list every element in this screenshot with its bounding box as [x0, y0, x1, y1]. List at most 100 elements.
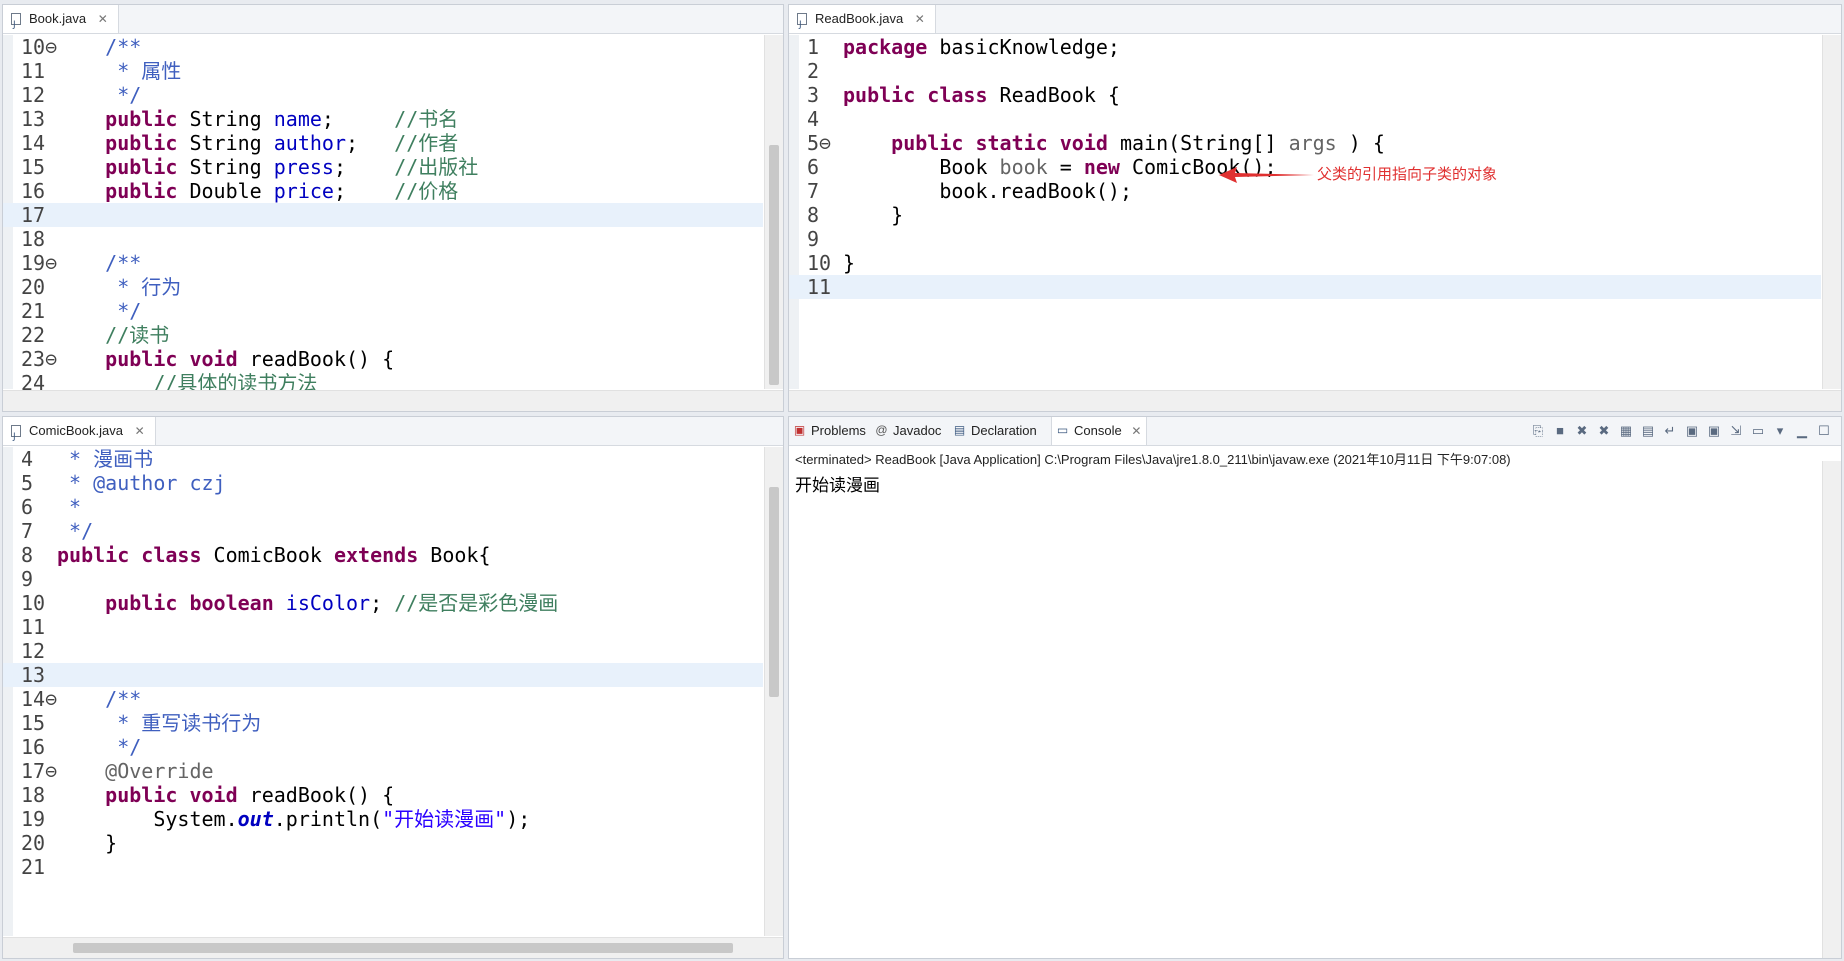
scrollbar-thumb[interactable]: [769, 145, 779, 385]
code-line[interactable]: 20 * 行为: [3, 275, 763, 299]
code-line[interactable]: 2: [789, 59, 1821, 83]
vertical-scrollbar[interactable]: [764, 35, 783, 389]
code-line[interactable]: 15 public String press; //出版社: [3, 155, 763, 179]
code-area[interactable]: 10⊖ /** 11 * 属性 12 */13 public String name…: [3, 35, 783, 411]
code-line[interactable]: 3 public class ReadBook {: [789, 83, 1821, 107]
terminate-icon[interactable]: ■: [1551, 422, 1569, 440]
code-token: /**: [57, 35, 142, 59]
code-line[interactable]: 13 public String name; //书名: [3, 107, 763, 131]
console-toolbar: ⎘ ■ ✖ ✖ ▦ ▤ ↵ ▣ ▣ ⇲ ▭ ▾ ▁ ☐: [1529, 422, 1833, 440]
line-text: public class ComicBook extends Book{: [57, 543, 491, 567]
code-token: book.readBook();: [843, 179, 1132, 203]
code-line[interactable]: 14⊖ /**: [3, 687, 763, 711]
line-number: 10: [807, 251, 832, 275]
code-line[interactable]: 4 * 漫画书: [3, 447, 763, 471]
code-line[interactable]: 9: [789, 227, 1821, 251]
scrollbar-thumb[interactable]: [769, 487, 779, 697]
code-line[interactable]: 11: [789, 275, 1821, 299]
code-line[interactable]: 16 public Double price; //价格: [3, 179, 763, 203]
code-token: }: [57, 831, 118, 855]
code-line[interactable]: 9: [3, 567, 763, 591]
code-token: ;: [370, 591, 395, 615]
code-line[interactable]: 11: [3, 615, 763, 639]
close-icon[interactable]: ✕: [98, 12, 108, 26]
show-stdout-icon[interactable]: ▣: [1683, 422, 1701, 440]
code-line[interactable]: 17: [3, 203, 763, 227]
scroll-lock-icon[interactable]: ▤: [1639, 422, 1657, 440]
word-wrap-icon[interactable]: ↵: [1661, 422, 1679, 440]
tab-javadoc[interactable]: @ Javadoc: [871, 417, 947, 445]
code-token: /**: [57, 687, 142, 711]
code-line[interactable]: 7 */: [3, 519, 763, 543]
horizontal-scrollbar[interactable]: [789, 390, 1841, 411]
open-console-icon[interactable]: ▾: [1771, 422, 1789, 440]
code-area[interactable]: 1 package basicKnowledge; 2 3 public class R…: [789, 35, 1821, 389]
line-text: }: [843, 251, 855, 275]
code-line[interactable]: 17⊖ @Override: [3, 759, 763, 783]
code-line[interactable]: 1 package basicKnowledge;: [789, 35, 1821, 59]
pin-console-icon[interactable]: ⇲: [1727, 422, 1745, 440]
code-line[interactable]: 10 public boolean isColor; //是否是彩色漫画: [3, 591, 763, 615]
show-stderr-icon[interactable]: ▣: [1705, 422, 1723, 440]
code-line[interactable]: 21: [3, 855, 763, 879]
code-line[interactable]: 10⊖ /**: [3, 35, 763, 59]
code-line[interactable]: 15 * 重写读书行为: [3, 711, 763, 735]
close-icon[interactable]: ✕: [915, 12, 925, 26]
pin-icon[interactable]: ⎘: [1529, 422, 1547, 440]
code-area[interactable]: 4 * 漫画书 5 * @author czj 6 * 7 */8 public cla…: [3, 447, 763, 936]
code-token: Book{: [418, 543, 491, 567]
code-line[interactable]: 20 }: [3, 831, 763, 855]
horizontal-scrollbar[interactable]: [3, 390, 783, 411]
code-line[interactable]: 19⊖ /**: [3, 251, 763, 275]
minimize-icon[interactable]: ▁: [1793, 422, 1811, 440]
code-line[interactable]: 12 */: [3, 83, 763, 107]
code-line[interactable]: 10}: [789, 251, 1821, 275]
tab-comicbook-java[interactable]: ComicBook.java ✕: [3, 417, 156, 451]
tab-book-java[interactable]: Book.java ✕: [3, 5, 119, 39]
line-number: 12: [21, 639, 46, 663]
code-line[interactable]: 11 * 属性: [3, 59, 763, 83]
code-line[interactable]: 19 System.out.println("开始读漫画");: [3, 807, 763, 831]
horizontal-scrollbar[interactable]: [3, 937, 783, 958]
maximize-icon[interactable]: ☐: [1815, 422, 1833, 440]
line-text: book.readBook();: [843, 179, 1132, 203]
console-icon: ▭: [1056, 423, 1069, 437]
code-line[interactable]: 5 * @author czj: [3, 471, 763, 495]
remove-all-icon[interactable]: ✖: [1595, 422, 1613, 440]
code-token: package: [843, 35, 928, 59]
code-token: * 漫画书: [57, 447, 154, 471]
code-line[interactable]: 4: [789, 107, 1821, 131]
code-line[interactable]: 14 public String author; //作者: [3, 131, 763, 155]
close-icon[interactable]: ✕: [135, 424, 145, 438]
code-token: =: [1047, 155, 1084, 179]
code-line[interactable]: 21 */: [3, 299, 763, 323]
clear-console-icon[interactable]: ▦: [1617, 422, 1635, 440]
code-line[interactable]: 8 }: [789, 203, 1821, 227]
java-file-icon: [797, 11, 807, 39]
tab-readbook-java[interactable]: ReadBook.java ✕: [789, 5, 936, 39]
code-line[interactable]: 18: [3, 227, 763, 251]
code-line[interactable]: 5⊖ public static void main(String[] args…: [789, 131, 1821, 155]
code-line[interactable]: 16 */: [3, 735, 763, 759]
code-line[interactable]: 22 //读书: [3, 323, 763, 347]
display-console-icon[interactable]: ▭: [1749, 422, 1767, 440]
tab-console[interactable]: ▭ Console ✕: [1051, 417, 1147, 445]
remove-launch-icon[interactable]: ✖: [1573, 422, 1591, 440]
code-line[interactable]: 8 public class ComicBook extends Book{: [3, 543, 763, 567]
scrollbar-thumb[interactable]: [73, 943, 733, 953]
close-icon[interactable]: ✕: [1131, 424, 1141, 438]
code-line[interactable]: 13: [3, 663, 763, 687]
java-file-icon: [11, 11, 21, 39]
code-line[interactable]: 6 *: [3, 495, 763, 519]
code-line[interactable]: 23⊖ public void readBook() {: [3, 347, 763, 371]
vertical-scrollbar[interactable]: [764, 447, 783, 936]
tab-problems[interactable]: ▣ Problems: [789, 417, 869, 445]
code-line[interactable]: 18 public void readBook() {: [3, 783, 763, 807]
vertical-scrollbar[interactable]: [1822, 461, 1841, 958]
vertical-scrollbar[interactable]: [1822, 35, 1841, 389]
tab-declaration[interactable]: ▤ Declaration: [949, 417, 1049, 445]
code-line[interactable]: 12: [3, 639, 763, 663]
